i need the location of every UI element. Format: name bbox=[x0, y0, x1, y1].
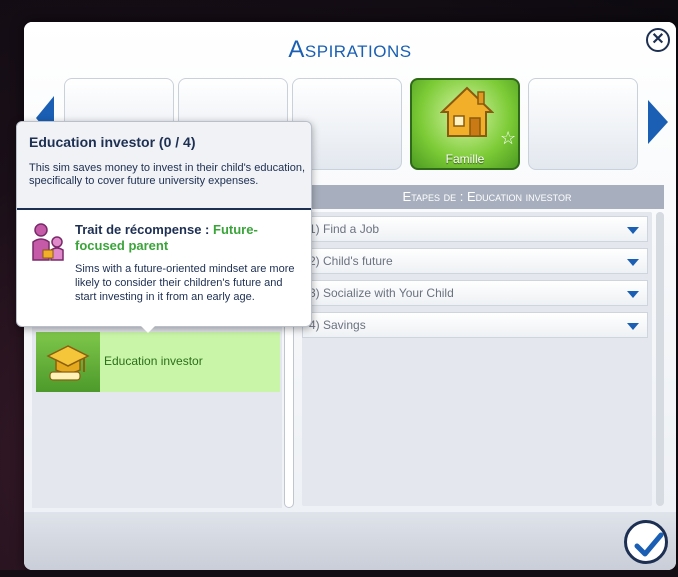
chevron-down-icon[interactable] bbox=[627, 323, 639, 330]
dialog-footer bbox=[24, 512, 676, 570]
parent-child-icon bbox=[32, 223, 64, 261]
reward-label: Trait de récompense : bbox=[75, 222, 213, 237]
aspiration-item-education-investor[interactable]: Education investor bbox=[36, 332, 280, 392]
graduation-cap-icon bbox=[46, 345, 90, 381]
step-row[interactable]: 3) Socialize with Your Child bbox=[302, 280, 648, 306]
step-label: 1) Find a Job bbox=[309, 222, 380, 236]
category-tile[interactable] bbox=[528, 78, 638, 170]
favorite-star-icon[interactable]: ☆ bbox=[500, 128, 516, 149]
tooltip-description: This sim saves money to invest in their … bbox=[29, 162, 305, 187]
dialog-title: Aspirations bbox=[288, 36, 412, 63]
tooltip-title: Education investor (0 / 4) bbox=[29, 134, 196, 150]
steps-scrollbar[interactable] bbox=[656, 212, 664, 506]
aspiration-item-label: Education investor bbox=[104, 354, 203, 368]
check-icon bbox=[634, 532, 664, 557]
category-label: Famille bbox=[445, 152, 485, 166]
aspiration-item-icon bbox=[36, 332, 100, 392]
step-label: 3) Socialize with Your Child bbox=[309, 286, 454, 300]
tooltip-header: Education investor (0 / 4) This sim save… bbox=[17, 122, 311, 210]
aspiration-tooltip: Education investor (0 / 4) This sim save… bbox=[16, 121, 312, 327]
chevron-down-icon[interactable] bbox=[627, 227, 639, 234]
step-row[interactable]: 4) Savings bbox=[302, 312, 648, 338]
step-row[interactable]: 2) Child's future bbox=[302, 248, 648, 274]
category-next-arrow-icon[interactable] bbox=[648, 100, 668, 144]
chevron-down-icon[interactable] bbox=[627, 291, 639, 298]
chevron-down-icon[interactable] bbox=[627, 259, 639, 266]
steps-header: Etapes de : Education investor bbox=[310, 185, 664, 209]
close-button[interactable]: ✕ bbox=[646, 28, 670, 52]
tooltip-pointer bbox=[140, 325, 156, 333]
confirm-button[interactable] bbox=[624, 520, 668, 564]
background-strip bbox=[0, 570, 678, 577]
tooltip-reward: Trait de récompense : Future-focused par… bbox=[75, 222, 299, 254]
house-icon bbox=[440, 86, 494, 137]
step-row[interactable]: 1) Find a Job bbox=[302, 216, 648, 242]
reward-description: Sims with a future-oriented mindset are … bbox=[75, 263, 295, 303]
step-label: 2) Child's future bbox=[309, 254, 393, 268]
category-tile-famille[interactable]: ☆ Famille bbox=[410, 78, 520, 170]
step-label: 4) Savings bbox=[309, 318, 366, 332]
